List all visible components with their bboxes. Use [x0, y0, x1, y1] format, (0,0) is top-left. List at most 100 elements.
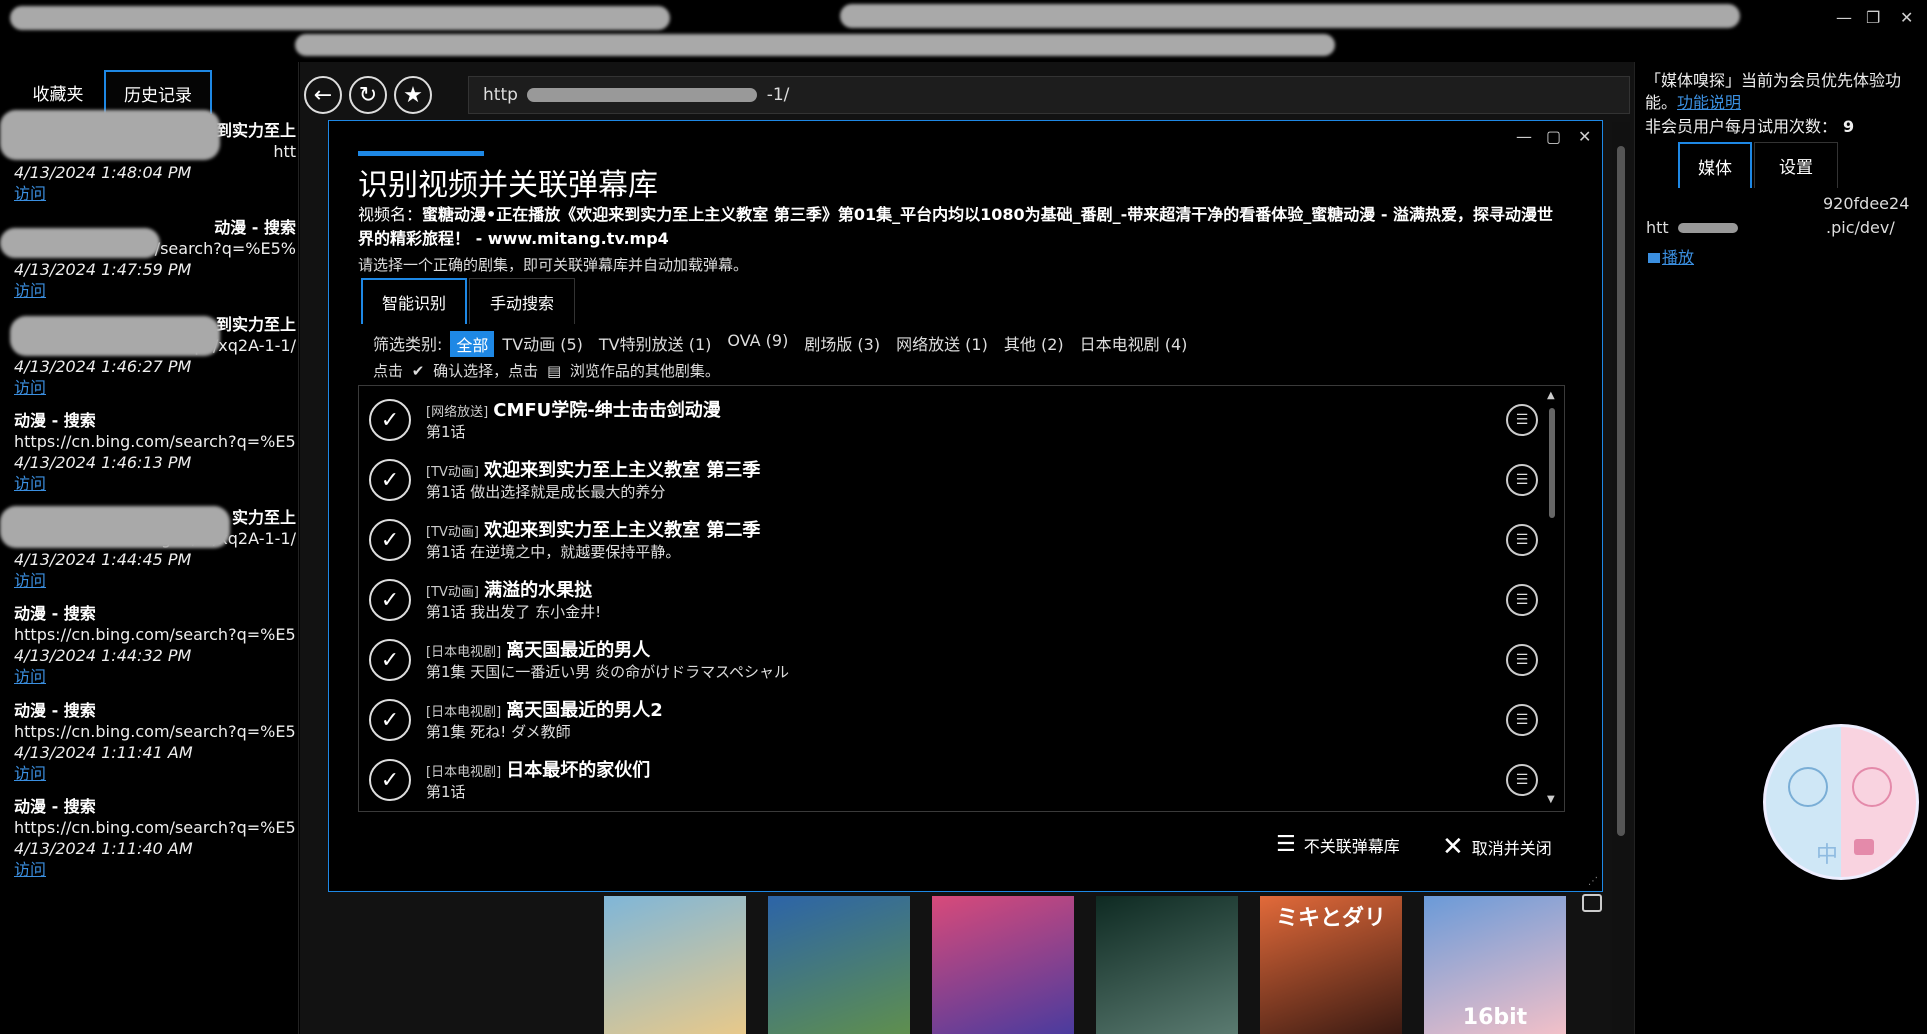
- result-episode: 第1话: [426, 783, 466, 801]
- history-visit-link[interactable]: 访问: [14, 571, 46, 590]
- history-visit-link[interactable]: 访问: [14, 764, 46, 783]
- play-link[interactable]: 播放: [1648, 244, 1694, 268]
- history-item[interactable]: 动漫 - 搜索 https://cn.bing.com/search?q=%E5%…: [14, 796, 296, 880]
- anime-thumbnail[interactable]: [1096, 896, 1238, 1034]
- confirm-check-button[interactable]: ✓: [369, 399, 411, 441]
- result-episode: 第1集 死ね! ダメ教師: [426, 723, 571, 741]
- anime-thumbnail[interactable]: [932, 896, 1074, 1034]
- confirm-check-button[interactable]: ✓: [369, 459, 411, 501]
- redacted-title: [840, 4, 1740, 28]
- result-row: ✓ [日本电视剧] 日本最坏的家伙们 第1话 ☰: [359, 750, 1539, 810]
- close-button[interactable]: ✕: [1900, 8, 1913, 27]
- dialog-maximize-button[interactable]: ▢: [1546, 127, 1561, 146]
- filter-chip[interactable]: 全部: [450, 331, 495, 357]
- resize-grip-icon[interactable]: ⋰: [1588, 876, 1598, 887]
- history-item[interactable]: 动漫 - 搜索 https://cn.bing.com/search?q=%E5%…: [14, 700, 296, 784]
- history-item[interactable]: 动漫 - 搜索 https://cn.bing.com/search?q=%E5%…: [14, 410, 296, 494]
- media-id-fragment: 920fdee24: [1823, 194, 1910, 213]
- confirm-check-button[interactable]: ✓: [369, 639, 411, 681]
- filter-bar: 筛选类别: 全部 TV动画 (5) TV特别放送 (1) OVA (9) 剧场版 (3)…: [373, 331, 1203, 357]
- history-date: 4/13/2024 1:11:40 AM: [14, 839, 193, 858]
- history-visit-link[interactable]: 访问: [14, 281, 46, 300]
- history-title: 动漫 - 搜索: [14, 701, 96, 720]
- redacted-title: [295, 34, 1335, 56]
- unlink-button[interactable]: ☰ 不关联弹幕库: [1276, 832, 1400, 857]
- history-title: 动漫 - 搜索: [14, 411, 96, 430]
- confirm-check-button[interactable]: ✓: [369, 519, 411, 561]
- restore-button[interactable]: ❐: [1866, 8, 1880, 27]
- result-heading: [日本电视剧] 离天国最近的男人2: [426, 696, 663, 722]
- history-item[interactable]: 动漫 - 搜索 https://cn.bing.com/search?q=%E5%…: [14, 603, 296, 687]
- browse-episodes-button[interactable]: ☰: [1506, 524, 1538, 556]
- floating-assistant-badge[interactable]: 中: [1763, 724, 1919, 880]
- redacted-history: [0, 110, 220, 160]
- history-title: 动漫 - 搜索: [14, 797, 96, 816]
- browse-episodes-button[interactable]: ☰: [1506, 584, 1538, 616]
- title-accent-bar: [358, 151, 484, 156]
- tab-smart-recognition[interactable]: 智能识别: [361, 278, 467, 324]
- browse-episodes-button[interactable]: ☰: [1506, 464, 1538, 496]
- history-visit-link[interactable]: 访问: [14, 378, 46, 397]
- scroll-up-icon[interactable]: ▲: [1547, 390, 1555, 401]
- history-visit-link[interactable]: 访问: [14, 474, 46, 493]
- confirm-check-button[interactable]: ✓: [369, 579, 411, 621]
- tab-media[interactable]: 媒体: [1678, 142, 1752, 188]
- result-heading: [网络放送] CMFU学院-绅士击击剑动漫: [426, 396, 721, 422]
- result-title: CMFU学院-绅士击击剑动漫: [493, 400, 721, 421]
- filter-chip[interactable]: OVA (9): [727, 331, 788, 357]
- filter-chip[interactable]: TV动画 (5): [502, 331, 582, 357]
- browse-episodes-button[interactable]: ☰: [1506, 704, 1538, 736]
- confirm-check-button[interactable]: ✓: [369, 699, 411, 741]
- feature-help-link[interactable]: 功能说明: [1677, 93, 1741, 112]
- browse-episodes-button[interactable]: ☰: [1506, 644, 1538, 676]
- redacted-history: [0, 506, 230, 548]
- anime-thumbnail[interactable]: ミキとダリ: [1260, 896, 1402, 1034]
- minimize-button[interactable]: —: [1836, 8, 1852, 27]
- page-scrollbar[interactable]: [1612, 122, 1630, 1034]
- history-date: 4/13/2024 1:47:59 PM: [14, 260, 192, 279]
- results-list[interactable]: ▲ ▼ ✓ [网络放送] CMFU学院-绅士击击剑动漫 第1话 ☰ ✓ [TV动画] 欢迎…: [358, 385, 1565, 812]
- filter-chip[interactable]: 日本电视剧 (4): [1080, 331, 1188, 357]
- cancel-close-button[interactable]: ✕ 取消并关闭: [1442, 832, 1552, 862]
- anime-thumbnail[interactable]: 16bit: [1424, 896, 1566, 1034]
- page-scrollbar-thumb[interactable]: [1617, 146, 1625, 836]
- result-type-tag: [TV动画]: [426, 525, 479, 540]
- result-episode: 第1集 天国に一番近い男 炎の命がけドラマスペシャル: [426, 663, 790, 681]
- anime-thumbnail[interactable]: [604, 896, 746, 1034]
- url-input[interactable]: http -1/: [468, 76, 1630, 114]
- filter-label: 筛选类别:: [373, 335, 443, 354]
- check-icon: ✔: [411, 362, 425, 380]
- history-visit-link[interactable]: 访问: [14, 667, 46, 686]
- result-title: 离天国最近的男人: [506, 640, 651, 661]
- add-favorite-button[interactable]: ★: [394, 76, 432, 114]
- results-scrollbar[interactable]: ▲ ▼: [1541, 386, 1563, 811]
- filter-chip[interactable]: TV特别放送 (1): [599, 331, 711, 357]
- dialog-hint: 请选择一个正确的剧集，即可关联弹幕库并自动加载弹幕。: [358, 256, 749, 274]
- results-scrollbar-thumb[interactable]: [1549, 408, 1555, 518]
- tab-settings[interactable]: 设置: [1754, 142, 1838, 188]
- danmaku-icon[interactable]: [1582, 894, 1602, 912]
- confirm-check-button[interactable]: ✓: [369, 759, 411, 801]
- browse-episodes-button[interactable]: ☰: [1506, 404, 1538, 436]
- tab-history[interactable]: 历史记录: [104, 70, 212, 114]
- media-url-tail: .pic/dev/: [1826, 218, 1895, 237]
- dialog-close-button[interactable]: ✕: [1578, 127, 1591, 146]
- dialog-minimize-button[interactable]: —: [1516, 127, 1532, 146]
- filter-chip[interactable]: 其他 (2): [1004, 331, 1064, 357]
- tab-manual-search[interactable]: 手动搜索: [469, 278, 575, 324]
- browse-episodes-button[interactable]: ☰: [1506, 764, 1538, 796]
- history-visit-link[interactable]: 访问: [14, 184, 46, 203]
- tab-favorites[interactable]: 收藏夹: [14, 70, 102, 114]
- filter-chip[interactable]: 网络放送 (1): [896, 331, 988, 357]
- back-button[interactable]: ←: [304, 76, 342, 114]
- filter-chip[interactable]: 剧场版 (3): [804, 331, 880, 357]
- result-episode: 第1话 我出发了 东小金井!: [426, 603, 602, 621]
- history-visit-link[interactable]: 访问: [14, 860, 46, 879]
- result-episode: 第1话 在逆境之中，就越要保持平静。: [426, 543, 681, 561]
- result-episode: 第1话 做出选择就是成长最大的养分: [426, 483, 666, 501]
- reload-button[interactable]: ↻: [349, 76, 387, 114]
- scroll-down-icon[interactable]: ▼: [1547, 794, 1555, 805]
- anime-thumbnail[interactable]: [768, 896, 910, 1034]
- redacted-url: [527, 88, 758, 102]
- result-row: ✓ [TV动画] 欢迎来到实力至上主义教室 第二季 第1话 在逆境之中，就越要保持平…: [359, 510, 1539, 570]
